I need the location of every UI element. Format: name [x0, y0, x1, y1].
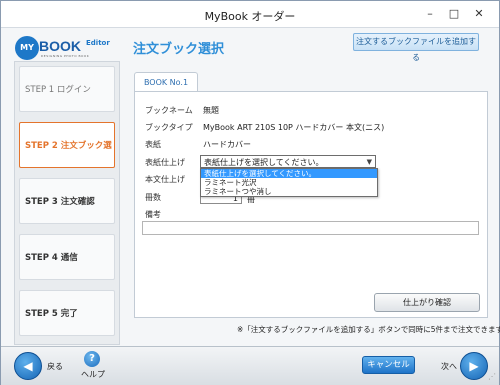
- help-icon[interactable]: ?: [84, 351, 100, 367]
- footer-note: ※「注文するブックファイルを追加する」ボタンで同時に5件まで注文できます。: [237, 325, 500, 334]
- cover-label: 表紙: [145, 140, 161, 149]
- cover-finish-label: 表紙仕上げ: [145, 158, 185, 167]
- tab-book-no1[interactable]: BOOK No.1: [134, 72, 198, 92]
- cover-value: ハードカバー: [203, 140, 251, 149]
- back-label[interactable]: 戻る: [47, 361, 63, 372]
- title-bar: MyBook オーダー – □ ✕: [1, 1, 499, 28]
- cover-finish-dropdown: 表紙仕上げを選択してください。 ラミネート光沢 ラミネートつや消し: [200, 168, 378, 197]
- next-label[interactable]: 次へ: [441, 361, 457, 372]
- book-name-label: ブックネーム: [145, 106, 193, 115]
- step-5-complete: STEP 5 完了: [19, 290, 115, 336]
- book-name-value: 無題: [203, 106, 219, 115]
- notes-label: 備考: [145, 210, 161, 219]
- body-finish-label: 本文仕上げ: [145, 175, 185, 184]
- step-1-login: STEP 1 ログイン: [19, 66, 115, 112]
- cover-finish-option[interactable]: 表紙仕上げを選択してください。: [201, 169, 377, 178]
- step-4-communication: STEP 4 通信: [19, 234, 115, 280]
- cover-finish-select[interactable]: 表紙仕上げを選択してください。 ▼: [200, 155, 376, 168]
- logo-name: BOOK: [39, 38, 81, 54]
- cover-finish-selected: 表紙仕上げを選択してください。: [204, 158, 324, 167]
- add-book-file-button[interactable]: 注文するブックファイルを追加する: [353, 33, 479, 62]
- minimize-button[interactable]: –: [422, 7, 438, 20]
- quantity-label: 冊数: [145, 193, 161, 202]
- cover-finish-option[interactable]: ラミネートつや消し: [201, 187, 377, 196]
- help-label[interactable]: ヘルプ: [81, 369, 105, 380]
- app-window: MyBook オーダー – □ ✕ MY BOOK Editor DESIGNI…: [0, 0, 500, 385]
- step-sidebar: STEP 1 ログイン STEP 2 注文ブック選択 STEP 3 注文確認 S…: [14, 61, 120, 345]
- maximize-button[interactable]: □: [446, 7, 462, 20]
- next-arrow-icon[interactable]: ▶: [460, 352, 488, 380]
- logo-circle: MY: [15, 36, 39, 60]
- page-title: 注文ブック選択: [133, 42, 225, 57]
- resize-grip-icon[interactable]: ⋰: [488, 372, 496, 381]
- book-type-label: ブックタイプ: [145, 123, 193, 132]
- step-2-book-select: STEP 2 注文ブック選択: [19, 122, 115, 197]
- finish-preview-button[interactable]: 仕上がり確認: [374, 293, 480, 312]
- mybook-logo: MY BOOK Editor DESIGNING PHOTO BOOK: [15, 36, 115, 60]
- back-arrow-icon[interactable]: ◀: [14, 352, 42, 380]
- cover-finish-option[interactable]: ラミネート光沢: [201, 178, 377, 187]
- step-3-order-confirm: STEP 3 注文確認: [19, 178, 115, 224]
- book-type-value: MyBook ART 210S 10P ハードカバー 本文(ニス): [203, 123, 385, 132]
- cancel-button[interactable]: キャンセル: [362, 356, 415, 374]
- logo-tagline: DESIGNING PHOTO BOOK: [41, 54, 90, 58]
- close-button[interactable]: ✕: [471, 7, 487, 20]
- bottom-bar: [1, 346, 499, 385]
- book-detail-panel: ブックネーム 無題 ブックタイプ MyBook ART 210S 10P ハード…: [134, 91, 488, 318]
- logo-suffix: Editor: [86, 39, 110, 47]
- notes-field[interactable]: [142, 221, 479, 235]
